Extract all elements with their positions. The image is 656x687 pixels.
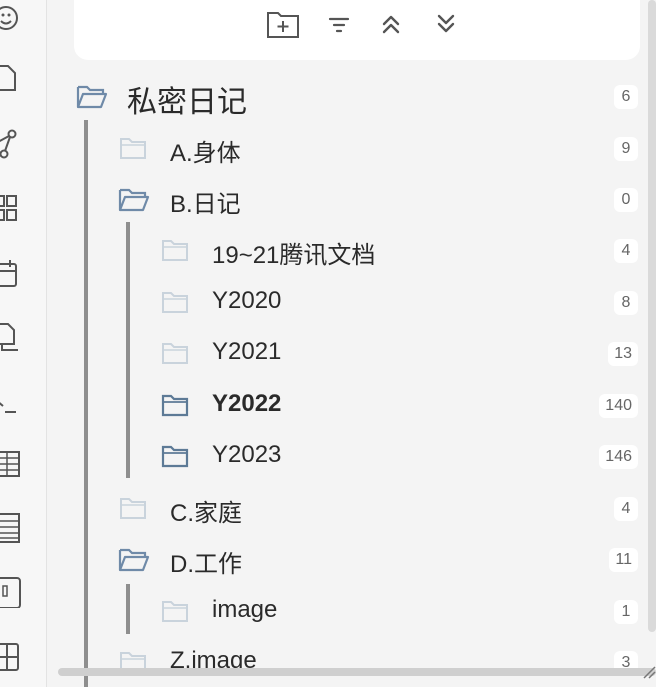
- folder-icon: [160, 290, 192, 316]
- count-badge: 4: [614, 497, 638, 521]
- count-badge: 13: [608, 342, 638, 366]
- folder-icon: [160, 444, 192, 470]
- tree-item-root[interactable]: 私密日记 6: [60, 74, 640, 119]
- count-badge: 0: [614, 188, 638, 212]
- count-badge: 9: [614, 137, 638, 161]
- tree-item-folder[interactable]: B.日记 0: [60, 177, 640, 221]
- tree-item-folder[interactable]: Y2020 8: [60, 280, 640, 324]
- folder-open-icon: [76, 84, 108, 110]
- tree-item-folder[interactable]: 19~21腾讯文档 4: [60, 228, 640, 272]
- count-badge: 1: [614, 600, 638, 624]
- tree-item-folder[interactable]: image 1: [60, 589, 640, 633]
- tree-item-label: Y2020: [212, 287, 282, 314]
- tree-item-folder[interactable]: Z.image 3: [60, 640, 640, 684]
- tree-item-label: C.家庭: [170, 500, 242, 527]
- folder-icon: [160, 599, 192, 625]
- horizontal-scrollbar[interactable]: [58, 668, 656, 676]
- tree-item-label: Y2021: [212, 338, 282, 365]
- folder-open-icon: [118, 547, 150, 573]
- tree-item-folder-active[interactable]: Y2022 140: [60, 383, 640, 427]
- file-tree: 私密日记 6 A.身体 9 B.日记 0 19~21腾讯文档 4 Y2020 8: [0, 0, 656, 687]
- tree-item-folder[interactable]: Y2021 13: [60, 331, 640, 375]
- folder-icon: [160, 238, 192, 264]
- count-badge: 11: [609, 548, 638, 572]
- count-badge: 146: [599, 445, 638, 469]
- tree-item-label: 私密日记: [127, 86, 247, 119]
- vertical-scrollbar[interactable]: [648, 0, 656, 632]
- count-badge: 140: [599, 394, 638, 418]
- tree-item-label: D.工作: [170, 551, 242, 578]
- resize-handle-icon[interactable]: [642, 665, 656, 679]
- tree-item-folder[interactable]: A.身体 9: [60, 126, 640, 170]
- count-badge: 4: [614, 239, 638, 263]
- folder-icon: [160, 393, 192, 419]
- folder-open-icon: [118, 187, 150, 213]
- tree-item-folder[interactable]: Y2023 146: [60, 434, 640, 478]
- folder-icon: [160, 341, 192, 367]
- tree-item-folder[interactable]: C.家庭 4: [60, 486, 640, 530]
- tree-item-label: B.日记: [170, 191, 241, 218]
- tree-item-label: image: [212, 596, 278, 623]
- tree-item-label: Y2023: [212, 441, 282, 468]
- tree-item-label: Y2022: [212, 390, 282, 417]
- folder-icon: [118, 496, 150, 522]
- folder-icon: [118, 136, 150, 162]
- count-badge: 6: [614, 85, 638, 109]
- tree-item-label: 19~21腾讯文档: [212, 242, 376, 269]
- count-badge: 8: [614, 291, 638, 315]
- tree-item-label: A.身体: [170, 140, 241, 167]
- tree-item-folder[interactable]: D.工作 11: [60, 537, 640, 581]
